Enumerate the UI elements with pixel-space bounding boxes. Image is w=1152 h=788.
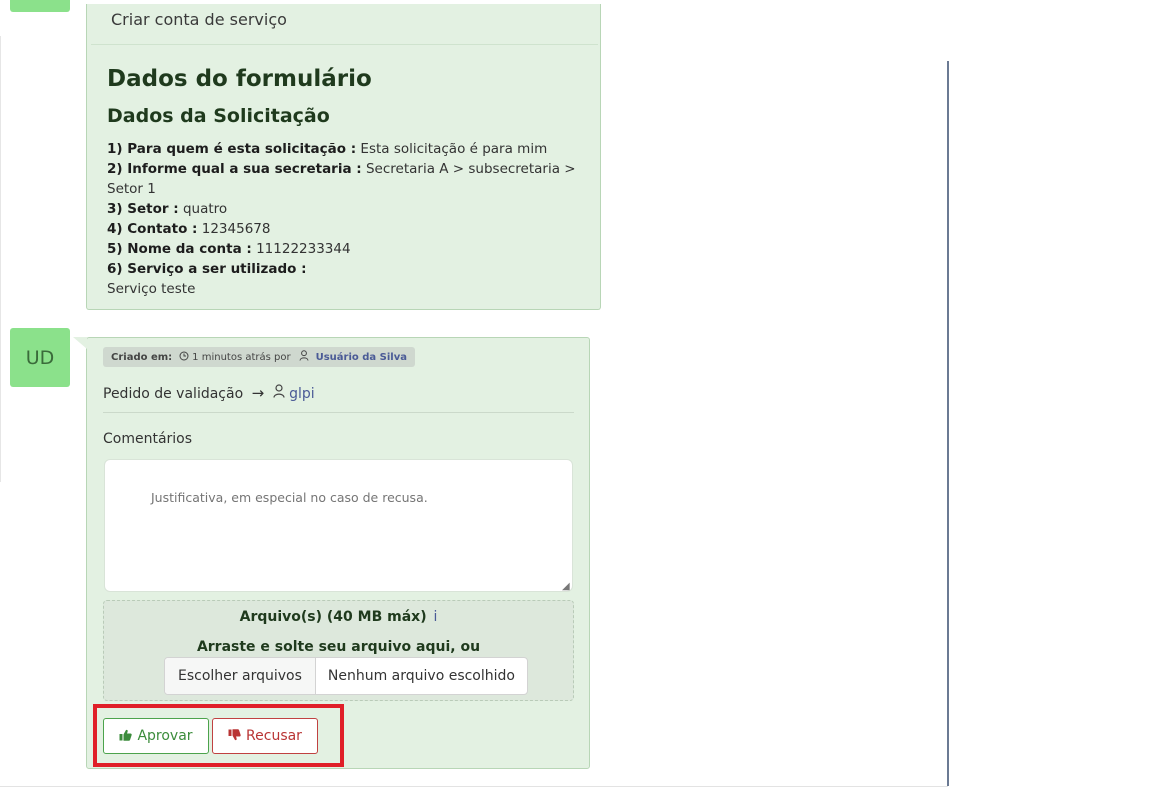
info-icon[interactable]: i <box>433 609 437 625</box>
target-user-link[interactable]: glpi <box>289 386 315 402</box>
choose-files-button[interactable]: Escolher arquivos <box>165 658 316 694</box>
avatar-previous <box>10 0 70 12</box>
timeline-left-border <box>0 36 1 482</box>
form-answer: 5) Nome da conta : 11122233344 <box>107 241 351 257</box>
form-answer: 4) Contato : 12345678 <box>107 221 271 237</box>
form-section-title: Dados da Solicitação <box>107 105 330 127</box>
form-answer: 1) Para quem é esta solicitação : Esta s… <box>107 141 548 157</box>
form-answer: 6) Serviço a ser utilizado : <box>107 261 307 277</box>
timeline-right-border <box>947 61 949 786</box>
approve-button[interactable]: Aprovar <box>103 718 209 754</box>
drag-drop-text: Arraste e solte seu arquivo aqui, ou <box>196 639 481 655</box>
created-label: Criado em: <box>111 351 173 363</box>
ticket-description-card: Criar conta de serviço Dados do formulár… <box>86 4 601 310</box>
created-badge: Criado em: 1 minutos atrás por Usuário d… <box>103 347 415 367</box>
thumbs-down-icon <box>228 728 241 744</box>
validation-card: Criado em: 1 minutos atrás por Usuário d… <box>73 337 590 769</box>
file-dropzone[interactable]: Arquivo(s) (40 MB máx) i Arraste e solte… <box>103 600 574 701</box>
thumbs-up-icon <box>119 729 133 744</box>
form-title: Dados do formulário <box>107 66 372 92</box>
avatar-initials: UD <box>25 346 55 369</box>
refuse-label: Recusar <box>246 728 302 744</box>
divider <box>103 412 574 413</box>
comments-label: Comentários <box>103 431 193 447</box>
ticket-subject: Criar conta de serviço <box>111 10 287 29</box>
file-input[interactable]: Escolher arquivos Nenhum arquivo escolhi… <box>164 657 528 695</box>
files-label: Arquivo(s) (40 MB máx) i <box>239 609 438 625</box>
avatar[interactable]: UD <box>10 328 70 387</box>
validation-request: Pedido de validação → glpi <box>103 384 315 402</box>
refuse-button[interactable]: Recusar <box>212 718 318 754</box>
created-by-link[interactable]: Usuário da Silva <box>316 352 407 363</box>
clock-icon <box>179 351 189 364</box>
created-time: 1 minutos atrás por <box>192 351 291 363</box>
resize-handle-icon[interactable]: ◢ <box>562 581 570 592</box>
form-answer-value: Serviço teste <box>107 281 196 297</box>
validation-request-label: Pedido de validação <box>103 386 244 402</box>
form-answer: 3) Setor : quatro <box>107 201 228 217</box>
user-icon <box>299 350 309 364</box>
form-answers: 1) Para quem é esta solicitação : Esta s… <box>107 139 600 299</box>
form-answer: 2) Informe qual a sua secretaria : Secre… <box>107 161 576 197</box>
file-status: Nenhum arquivo escolhido <box>327 668 515 684</box>
arrow-right-icon: → <box>251 384 265 402</box>
user-icon <box>273 384 289 402</box>
comments-textarea[interactable] <box>104 459 573 592</box>
timeline-bottom-border <box>0 786 948 787</box>
approve-label: Aprovar <box>137 728 193 744</box>
